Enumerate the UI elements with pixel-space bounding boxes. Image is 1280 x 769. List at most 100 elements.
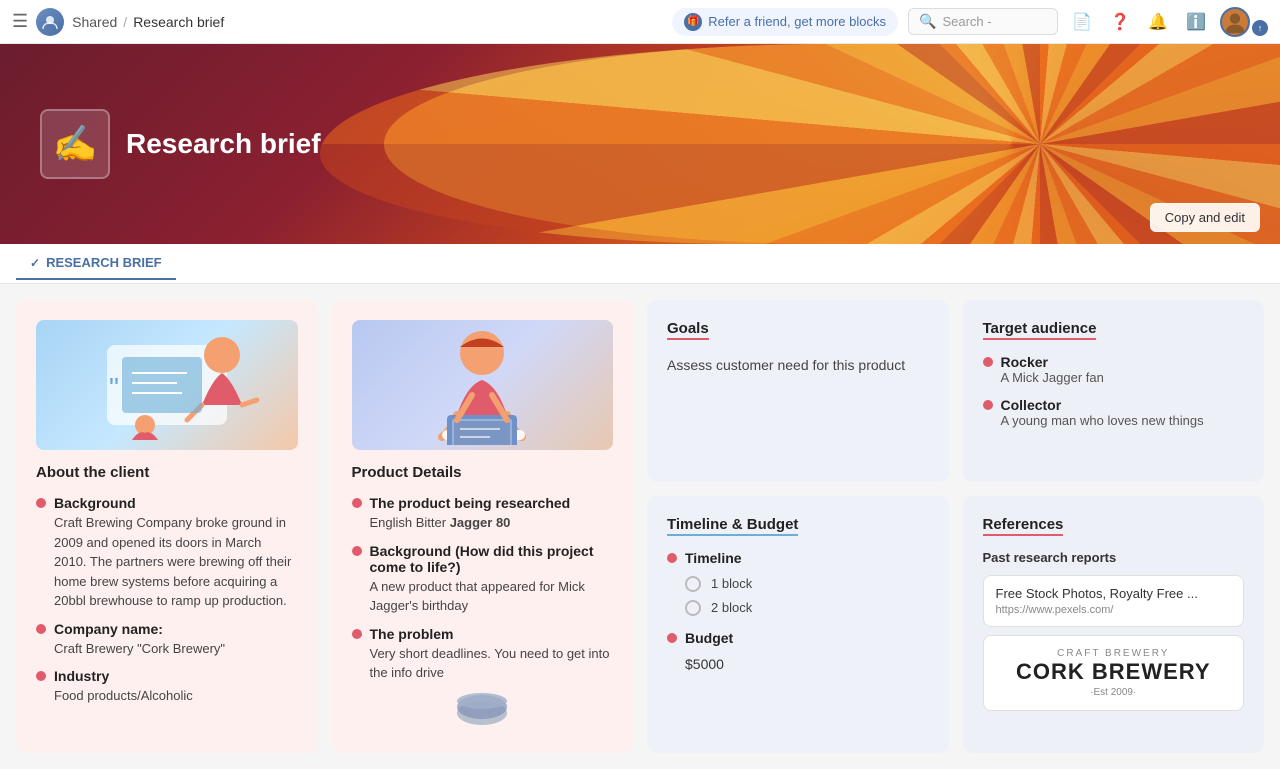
references-sub-title: Past research reports — [983, 550, 1245, 565]
refer-label: Refer a friend, get more blocks — [708, 14, 886, 29]
svg-text:": " — [109, 372, 119, 403]
goals-title-text: Goals — [667, 320, 709, 340]
timeline-card: Timeline & Budget Timeline 1 block 2 blo… — [647, 496, 949, 753]
main-content: " About the client Background Craft Brew… — [0, 284, 1280, 769]
rocker-desc: A Mick Jagger fan — [1001, 370, 1104, 385]
bullet-dot — [667, 633, 677, 643]
user-avatar[interactable] — [1220, 7, 1250, 37]
rocker-bullet: Rocker A Mick Jagger fan — [983, 354, 1245, 385]
references-title: References — [983, 516, 1245, 536]
product-background-text: A new product that appeared for Mick Jag… — [370, 577, 614, 616]
rocker-label: Rocker — [1001, 354, 1104, 370]
product-researched-label: The product being researched — [370, 495, 571, 511]
hero-swirl-2 — [320, 44, 1280, 244]
product-problem-label: The problem — [370, 626, 614, 642]
target-collector-item: Collector A young man who loves new thin… — [983, 397, 1245, 428]
product-title-text: Product Details — [352, 464, 462, 481]
ref-link-item[interactable]: Free Stock Photos, Royalty Free ... http… — [983, 575, 1245, 627]
product-problem-item: The problem Very short deadlines. You ne… — [352, 626, 614, 683]
background-label: Background — [54, 495, 298, 511]
timeline-title-text: Timeline & Budget — [667, 516, 798, 536]
timeline-label-item: Timeline — [667, 550, 929, 566]
search-bar[interactable]: 🔍 Search - — [908, 8, 1058, 35]
cork-sub: CRAFT BREWERY — [1057, 648, 1169, 659]
target-title: Target audience — [983, 320, 1245, 340]
hero-icon-glyph: ✍️ — [53, 123, 98, 165]
product-background-label: Background (How did this project come to… — [370, 543, 614, 575]
bullet-dot — [352, 546, 362, 556]
block2-label: 2 block — [711, 600, 752, 615]
goals-text: Assess customer need for this product — [667, 354, 929, 376]
search-text: Search - — [942, 14, 991, 29]
hero-icon: ✍️ — [40, 109, 110, 179]
bell-icon[interactable]: 🔔 — [1144, 8, 1172, 36]
bullet-dot — [983, 400, 993, 410]
block1-row: 1 block — [685, 576, 929, 592]
bullet-dot — [352, 498, 362, 508]
breadcrumb-separator: / — [123, 14, 127, 30]
ref-link-url: https://www.pexels.com/ — [996, 604, 1232, 616]
product-illustration — [352, 320, 614, 450]
client-card: " About the client Background Craft Brew… — [16, 300, 318, 753]
breadcrumb-shared[interactable]: Shared — [72, 14, 117, 30]
target-audience-card: Target audience Rocker A Mick Jagger fan… — [963, 300, 1265, 482]
breadcrumb-current: Research brief — [133, 14, 224, 30]
timeline-title: Timeline & Budget — [667, 516, 929, 536]
client-title-text: About the client — [36, 464, 149, 481]
info-icon[interactable]: ℹ️ — [1182, 8, 1210, 36]
search-icon: 🔍 — [919, 13, 936, 30]
block2-radio[interactable] — [685, 600, 701, 616]
refer-icon: 🎁 — [684, 13, 702, 31]
hero-title: Research brief — [126, 128, 321, 160]
tab-bar: ✓ RESEARCH BRIEF — [0, 244, 1280, 284]
product-background-item: Background (How did this project come to… — [352, 543, 614, 616]
hero-banner: ✍️ Research brief Copy and edit — [0, 44, 1280, 244]
product-researched-text: English Bitter Jagger 80 — [370, 513, 571, 533]
workspace-avatar[interactable] — [36, 8, 64, 36]
client-background-item: Background Craft Brewing Company broke g… — [36, 495, 298, 611]
refer-friend-button[interactable]: 🎁 Refer a friend, get more blocks — [672, 8, 898, 36]
client-illustration: " — [36, 320, 298, 450]
client-company-item: Company name: Craft Brewery "Cork Brewer… — [36, 621, 298, 659]
client-industry-item: Industry Food products/Alcoholic — [36, 668, 298, 706]
background-text: Craft Brewing Company broke ground in 20… — [54, 513, 298, 611]
upgrade-badge: ↑ — [1252, 20, 1268, 36]
help-icon[interactable]: ❓ — [1106, 8, 1134, 36]
references-title-text: References — [983, 516, 1064, 536]
doc-icon[interactable]: 📄 — [1068, 8, 1096, 36]
bullet-dot — [983, 357, 993, 367]
block1-radio[interactable] — [685, 576, 701, 592]
cork-est: ·Est 2009· — [1090, 687, 1136, 698]
collector-bullet: Collector A young man who loves new thin… — [983, 397, 1245, 428]
bullet-dot — [36, 671, 46, 681]
nav-left: ☰ Shared / Research brief — [12, 8, 664, 36]
nav-right: 🎁 Refer a friend, get more blocks 🔍 Sear… — [672, 7, 1268, 37]
company-text: Craft Brewery "Cork Brewery" — [54, 639, 225, 659]
budget-label: Budget — [685, 630, 733, 646]
bullet-dot — [352, 629, 362, 639]
tab-research-brief[interactable]: ✓ RESEARCH BRIEF — [16, 247, 176, 280]
tab-check-icon: ✓ — [30, 256, 40, 270]
cork-brewery-card: CRAFT BREWERY CORK BREWERY ·Est 2009· — [983, 635, 1245, 711]
goals-title: Goals — [667, 320, 929, 340]
hero-content: ✍️ Research brief — [0, 109, 361, 179]
budget-value: $5000 — [685, 656, 929, 672]
product-section-title: Product Details — [352, 464, 614, 481]
top-navigation: ☰ Shared / Research brief 🎁 Refer a frie… — [0, 0, 1280, 44]
tab-label: RESEARCH BRIEF — [46, 255, 162, 270]
target-title-text: Target audience — [983, 320, 1097, 340]
product-problem-text: Very short deadlines. You need to get in… — [370, 644, 614, 683]
timeline-label: Timeline — [685, 550, 742, 566]
industry-text: Food products/Alcoholic — [54, 686, 193, 706]
bullet-dot — [667, 553, 677, 563]
breadcrumb: Shared / Research brief — [72, 14, 224, 30]
product-card: Product Details The product being resear… — [332, 300, 634, 753]
bullet-dot — [36, 498, 46, 508]
client-section-title: About the client — [36, 464, 298, 481]
bullet-dot — [36, 624, 46, 634]
block1-label: 1 block — [711, 576, 752, 591]
block2-row: 2 block — [685, 600, 929, 616]
collector-desc: A young man who loves new things — [1001, 413, 1204, 428]
copy-edit-button[interactable]: Copy and edit — [1150, 203, 1260, 232]
hamburger-icon[interactable]: ☰ — [12, 11, 28, 32]
